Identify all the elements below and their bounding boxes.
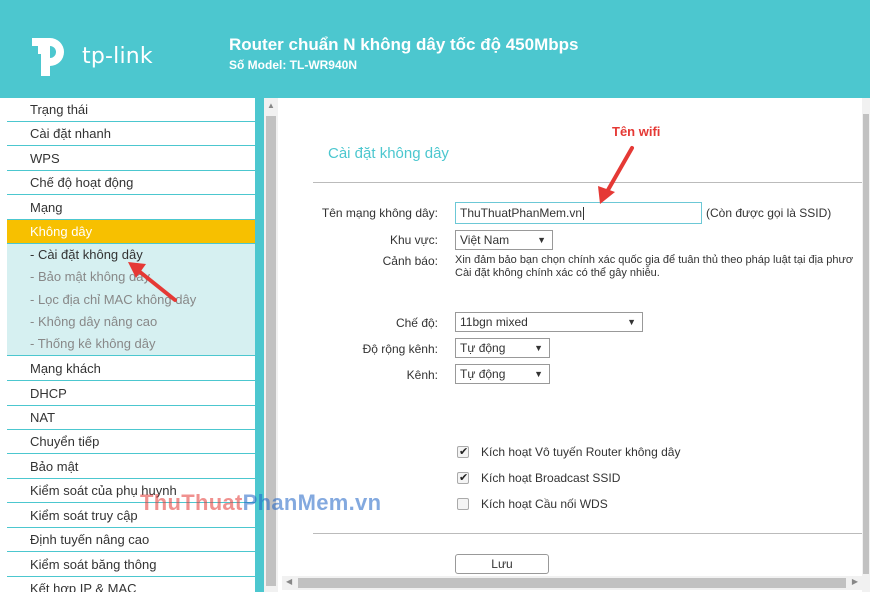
- sidebar-item-guest-network[interactable]: Mạng khách: [7, 357, 255, 381]
- watermark: ThuThuatPhanMem.vn: [140, 490, 381, 516]
- wifi-annotation-label: Tên wifi: [612, 124, 661, 139]
- horizontal-scrollbar[interactable]: ◀ ▶: [282, 576, 862, 590]
- router-title: Router chuẩn N không dây tốc độ 450Mbps: [229, 35, 579, 54]
- main-panel: Cài đặt không dây Tên mạng không dây: Th…: [278, 98, 870, 592]
- mode-select[interactable]: 11bgn mixed ▼: [455, 312, 643, 332]
- watermark-part: .vn: [348, 490, 382, 515]
- sidebar-item-network[interactable]: Mạng: [7, 196, 255, 220]
- channel-width-value: Tự động: [460, 341, 506, 355]
- scroll-right-arrow-icon[interactable]: ▶: [852, 577, 858, 586]
- sidebar-item-nat[interactable]: NAT: [7, 406, 255, 430]
- logo-text: tp-link: [82, 44, 153, 69]
- ssid-input[interactable]: ThuThuatPhanMem.vn: [455, 202, 702, 224]
- enable-radio-label: Kích hoạt Vô tuyến Router không dây: [481, 445, 681, 459]
- sidebar-item-bandwidth-control[interactable]: Kiểm soát băng thông: [7, 553, 255, 577]
- wds-label: Kích hoạt Cầu nối WDS: [481, 497, 608, 511]
- sidebar-item-operation-mode[interactable]: Chế độ hoạt động: [7, 171, 255, 195]
- channel-width-select[interactable]: Tự động ▼: [455, 338, 550, 358]
- subitem-wireless-settings[interactable]: - Cài đặt không dây: [30, 244, 143, 266]
- dropdown-arrow-icon: ▼: [537, 235, 546, 245]
- dropdown-arrow-icon: ▼: [627, 317, 636, 327]
- scroll-left-arrow-icon[interactable]: ◀: [286, 577, 292, 586]
- frame-divider: [256, 98, 264, 592]
- region-value: Việt Nam: [460, 233, 510, 247]
- header-bar: tp-link Router chuẩn N không dây tốc độ …: [0, 0, 870, 98]
- scrollbar-thumb[interactable]: [298, 578, 846, 588]
- scroll-up-arrow-icon[interactable]: ▲: [267, 101, 275, 110]
- save-button[interactable]: Lưu: [455, 554, 549, 574]
- sidebar-item-status[interactable]: Trạng thái: [7, 98, 255, 122]
- text-cursor: [583, 207, 585, 221]
- sidebar-item-ip-mac-binding[interactable]: Kết hợp IP & MAC: [7, 577, 255, 592]
- sidebar-item-dhcp[interactable]: DHCP: [7, 382, 255, 406]
- watermark-part: Thu: [140, 490, 182, 515]
- tp-link-logo-icon: [32, 38, 64, 76]
- subitem-mac-filter[interactable]: - Lọc địa chỉ MAC không dây: [30, 289, 196, 311]
- sidebar-menu: Trạng thái Cài đặt nhanh WPS Chế độ hoạt…: [7, 98, 256, 592]
- channel-width-label: Độ rộng kênh:: [362, 342, 438, 356]
- dropdown-arrow-icon: ▼: [534, 369, 543, 379]
- watermark-part: Thuat: [181, 490, 243, 515]
- tp-link-logo: tp-link: [30, 32, 160, 78]
- sidebar-item-advanced-routing[interactable]: Định tuyến nâng cao: [7, 528, 255, 552]
- subitem-wireless-security[interactable]: - Bảo mật không dây: [30, 266, 150, 288]
- broadcast-ssid-label: Kích hoạt Broadcast SSID: [481, 471, 621, 485]
- checkmark-icon: ✔: [459, 446, 469, 458]
- channel-select[interactable]: Tự động ▼: [455, 364, 550, 384]
- sidebar-item-security[interactable]: Bảo mật: [7, 455, 255, 479]
- region-select[interactable]: Việt Nam ▼: [455, 230, 553, 250]
- sidebar-item-quick-setup[interactable]: Cài đặt nhanh: [7, 122, 255, 146]
- wds-checkbox[interactable]: [457, 498, 469, 510]
- mode-value: 11bgn mixed: [460, 315, 528, 329]
- ssid-label: Tên mạng không dây:: [321, 206, 438, 220]
- subitem-wireless-stats[interactable]: - Thống kê không dây: [30, 333, 156, 355]
- sidebar-item-wps[interactable]: WPS: [7, 147, 255, 171]
- ssid-value: ThuThuatPhanMem.vn: [460, 206, 583, 220]
- channel-value: Tự động: [460, 367, 506, 381]
- warning-line-2: Cài đặt không chính xác có thể gây nhiễu…: [455, 267, 660, 279]
- scrollbar-thumb[interactable]: [863, 114, 869, 574]
- subitem-wireless-advanced[interactable]: - Không dây nâng cao: [30, 311, 157, 333]
- watermark-part: PhanMem: [242, 490, 349, 515]
- left-edge: [0, 98, 7, 592]
- wireless-submenu: - Cài đặt không dây - Bảo mật không dây …: [7, 244, 255, 356]
- checkmark-icon: ✔: [459, 472, 469, 484]
- channel-label: Kênh:: [406, 368, 438, 382]
- divider-line: [313, 182, 863, 183]
- sidebar-item-wireless[interactable]: Không dây: [7, 220, 255, 244]
- sidebar-scrollbar[interactable]: ▲: [264, 98, 278, 592]
- warning-text: Xin đảm bảo bạn chọn chính xác quốc gia …: [455, 254, 870, 280]
- section-title: Cài đặt không dây: [328, 145, 449, 162]
- main-scrollbar[interactable]: [862, 98, 870, 592]
- dropdown-arrow-icon: ▼: [534, 343, 543, 353]
- router-model: Số Model: TL-WR940N: [229, 58, 357, 72]
- broadcast-ssid-checkbox[interactable]: ✔: [457, 472, 469, 484]
- warning-label: Cảnh báo:: [382, 254, 438, 268]
- region-label: Khu vực:: [389, 233, 438, 247]
- mode-label: Chế độ:: [395, 316, 438, 330]
- enable-radio-checkbox[interactable]: ✔: [457, 446, 469, 458]
- warning-line-1: Xin đảm bảo bạn chọn chính xác quốc gia …: [455, 254, 854, 266]
- divider-line: [313, 533, 863, 534]
- sidebar-item-forwarding[interactable]: Chuyển tiếp: [7, 430, 255, 454]
- ssid-hint: (Còn được gọi là SSID): [706, 206, 832, 220]
